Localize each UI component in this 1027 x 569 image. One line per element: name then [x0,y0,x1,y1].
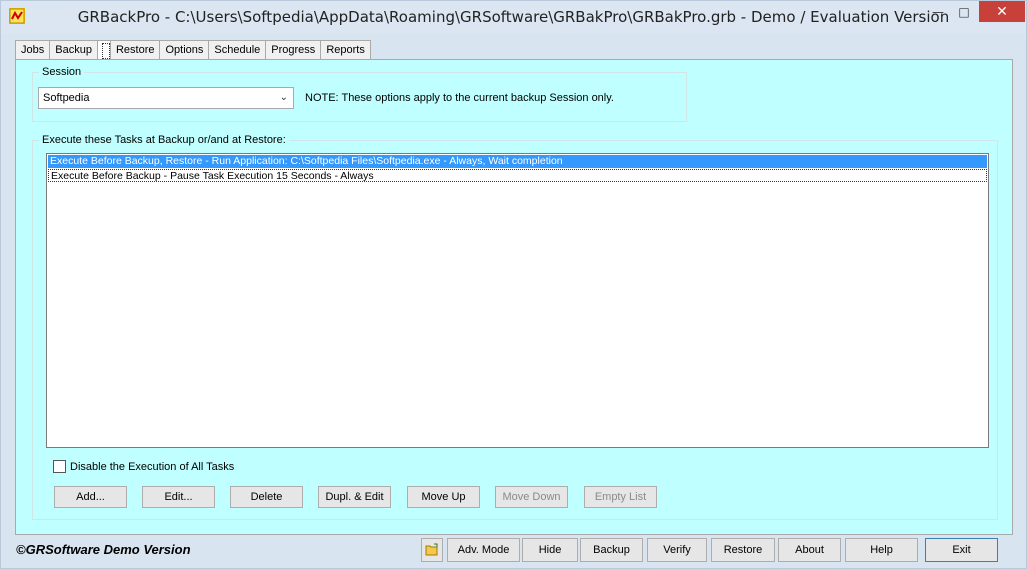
tab-jobs[interactable]: Jobs [15,40,51,60]
list-item[interactable]: Execute Before Backup, Restore - Run App… [48,155,987,168]
window-title: GRBackPro - C:\Users\Softpedia\AppData\R… [77,8,950,26]
tab-reports[interactable]: Reports [320,40,371,60]
move-up-button[interactable]: Move Up [407,486,480,508]
session-group-label: Session [39,66,85,78]
brand-label: ©GRSoftware Demo Version [16,542,191,557]
restore-button[interactable]: Restore [711,538,775,562]
hide-button[interactable]: Hide [522,538,578,562]
folder-icon [425,543,438,556]
dupl-edit-button[interactable]: Dupl. & Edit [318,486,391,508]
tab-progress[interactable]: Progress [265,40,322,60]
tab-strip: Jobs Backup Restore Options Schedule Pro… [15,40,371,60]
verify-button[interactable]: Verify [647,538,707,562]
list-item[interactable]: Execute Before Backup - Pause Task Execu… [48,169,987,182]
open-folder-button[interactable] [421,538,443,562]
app-window: GRBackPro - C:\Users\Softpedia\AppData\R… [0,0,1027,569]
chevron-down-icon[interactable]: ⌄ [280,88,288,108]
help-button[interactable]: Help [845,538,918,562]
minimize-button[interactable]: — [925,1,951,22]
exit-button[interactable]: Exit [925,538,998,562]
close-button[interactable]: ✕ [979,1,1025,22]
tab-tasks[interactable] [96,40,111,60]
disable-tasks-option[interactable]: Disable the Execution of All Tasks [53,460,234,473]
empty-list-button[interactable]: Empty List [584,486,657,508]
maximize-button[interactable]: □ [951,1,977,22]
move-down-button[interactable]: Move Down [495,486,568,508]
tab-backup[interactable]: Backup [49,40,98,60]
session-select[interactable]: Softpedia ⌄ [38,87,294,109]
tab-restore[interactable]: Restore [109,40,161,60]
tab-schedule[interactable]: Schedule [208,40,267,60]
session-note: NOTE: These options apply to the current… [305,92,614,104]
disable-tasks-checkbox[interactable] [53,460,66,473]
add-button[interactable]: Add... [54,486,127,508]
tasks-panel: Session Softpedia ⌄ NOTE: These options … [15,59,1013,535]
tasks-group-label: Execute these Tasks at Backup or/and at … [39,134,289,146]
disable-tasks-label: Disable the Execution of All Tasks [70,460,235,473]
session-selected-value: Softpedia [43,92,90,104]
about-button[interactable]: About [778,538,841,562]
task-list[interactable]: Execute Before Backup, Restore - Run App… [46,153,989,448]
tab-options[interactable]: Options [159,40,210,60]
edit-button[interactable]: Edit... [142,486,215,508]
backup-button[interactable]: Backup [580,538,643,562]
delete-button[interactable]: Delete [230,486,303,508]
adv-mode-button[interactable]: Adv. Mode [447,538,520,562]
title-bar[interactable]: GRBackPro - C:\Users\Softpedia\AppData\R… [1,1,1026,34]
